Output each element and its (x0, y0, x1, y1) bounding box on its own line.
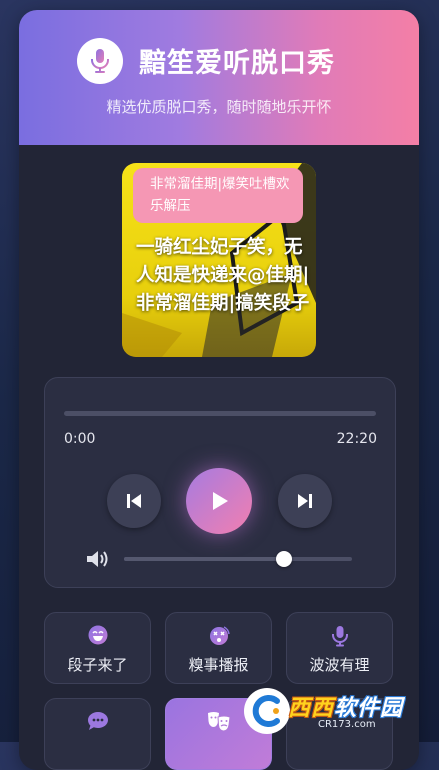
app-subtitle: 精选优质脱口秀，随时随地乐开怀 (106, 98, 332, 116)
category-button-1[interactable]: 段子来了 (44, 612, 151, 684)
microphone-icon (331, 626, 348, 647)
app-logo (77, 38, 123, 84)
skip-previous-icon (127, 494, 141, 508)
microphone-icon (91, 49, 109, 73)
watermark-logo (244, 688, 290, 734)
watermark-title: 西西软件园 (288, 690, 403, 722)
theater-masks-icon (207, 712, 231, 732)
watermark-url: CR173.com (318, 719, 376, 730)
category-button-4[interactable] (44, 698, 151, 770)
category-label: 糗事播报 (188, 656, 249, 674)
previous-button[interactable] (107, 474, 161, 528)
watermark-title-part2: 软件园 (334, 696, 404, 721)
play-button[interactable] (186, 468, 252, 534)
player-panel: 0:00 22:20 (44, 377, 396, 588)
app-header: 黯笙爱听脱口秀 精选优质脱口秀，随时随地乐开怀 (19, 10, 419, 145)
dizzy-face-icon (209, 626, 230, 645)
total-time: 22:20 (336, 431, 377, 447)
comment-dots-icon (87, 712, 108, 730)
volume-icon[interactable] (85, 548, 111, 570)
watermark: 西西软件园 CR173.com (244, 688, 424, 734)
watermark-c-logo-icon (252, 695, 280, 727)
next-button[interactable] (278, 474, 332, 528)
category-button-2[interactable]: 糗事播报 (165, 612, 272, 684)
progress-bar[interactable] (64, 411, 376, 416)
volume-fill (124, 557, 284, 561)
category-label: 段子来了 (67, 656, 128, 674)
volume-knob[interactable] (275, 551, 292, 567)
cover-text: 一骑红尘妃子笑，无人知是快递来@佳期|非常溜佳期|搞笑段子 (136, 237, 310, 314)
volume-slider[interactable] (124, 557, 352, 561)
app-title: 黯笙爱听脱口秀 (139, 48, 335, 79)
skip-next-icon (298, 494, 312, 508)
category-button-3[interactable]: 波波有理 (286, 612, 393, 684)
play-icon (213, 492, 228, 510)
current-time: 0:00 (64, 431, 96, 447)
app-card: 黯笙爱听脱口秀 精选优质脱口秀，随时随地乐开怀 非常溜佳期|爆笑吐槽欢乐解压 一… (19, 10, 419, 770)
album-cover[interactable]: 非常溜佳期|爆笑吐槽欢乐解压 一骑红尘妃子笑，无人知是快递来@佳期|非常溜佳期|… (122, 163, 316, 357)
cover-tag: 非常溜佳期|爆笑吐槽欢乐解压 (133, 168, 303, 223)
laugh-face-icon (88, 625, 107, 645)
category-label: 波波有理 (309, 656, 370, 674)
watermark-title-part1: 西西 (288, 696, 335, 721)
